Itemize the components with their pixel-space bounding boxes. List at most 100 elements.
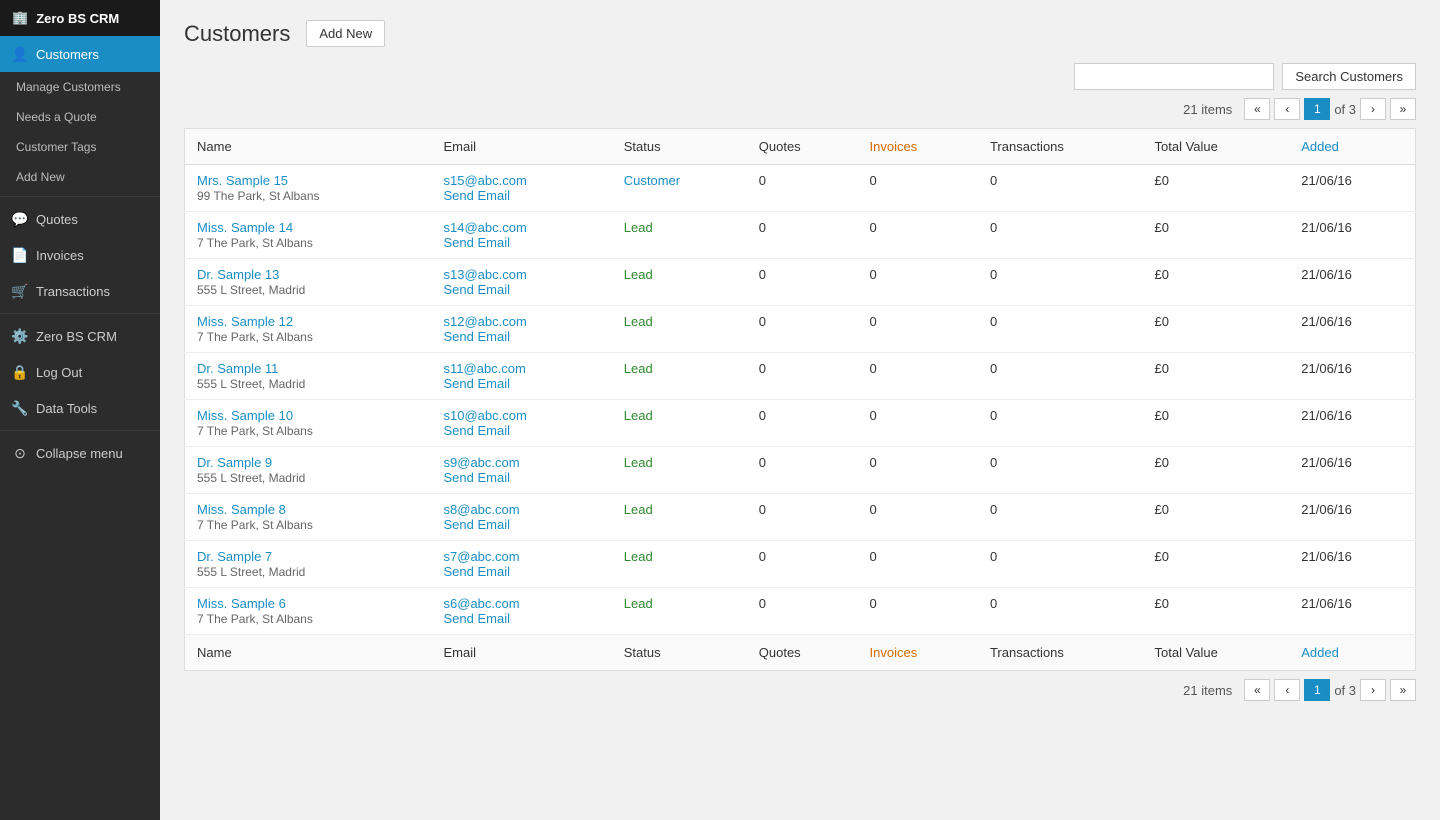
search-input[interactable] (1074, 63, 1274, 90)
sidebar-item-manage-customers[interactable]: Manage Customers (0, 72, 160, 102)
send-email-link-7[interactable]: Send Email (444, 517, 510, 532)
top-of-pages: of 3 (1334, 102, 1356, 117)
top-pagination-bar: 21 items « ‹ 1 of 3 › » (184, 98, 1416, 120)
customer-name-link-1[interactable]: Miss. Sample 14 (197, 220, 293, 235)
send-email-link-0[interactable]: Send Email (444, 188, 510, 203)
bottom-prev-page-button[interactable]: ‹ (1274, 679, 1300, 701)
sidebar-item-invoices[interactable]: 📄 Invoices (0, 237, 160, 273)
sidebar-item-zero-bs-crm[interactable]: ⚙️ Zero BS CRM (0, 318, 160, 354)
bottom-next-page-button[interactable]: › (1360, 679, 1386, 701)
sidebar-item-collapse[interactable]: ⊙ Collapse menu (0, 435, 160, 471)
cell-status-1: Lead (612, 212, 747, 259)
customer-addr-7: 7 The Park, St Albans (197, 518, 313, 532)
sidebar-item-customers[interactable]: 👤 Customers (0, 36, 160, 72)
customer-email-link-3[interactable]: s12@abc.com (444, 314, 527, 329)
customer-name-link-7[interactable]: Miss. Sample 8 (197, 502, 286, 517)
cell-invoices-2: 0 (858, 259, 978, 306)
send-email-link-1[interactable]: Send Email (444, 235, 510, 250)
cell-total-value-5: £0 (1143, 400, 1290, 447)
customer-name-link-0[interactable]: Mrs. Sample 15 (197, 173, 288, 188)
cell-transactions-0: 0 (978, 165, 1143, 212)
sidebar-header: 🏢 Zero BS CRM (0, 0, 160, 36)
customer-name-link-6[interactable]: Dr. Sample 9 (197, 455, 272, 470)
cell-added-6: 21/06/16 (1289, 447, 1415, 494)
customer-addr-1: 7 The Park, St Albans (197, 236, 313, 250)
sidebar-item-quotes[interactable]: 💬 Quotes (0, 201, 160, 237)
customer-email-link-2[interactable]: s13@abc.com (444, 267, 527, 282)
cell-email-1: s14@abc.com Send Email (432, 212, 612, 259)
cell-name-1: Miss. Sample 14 7 The Park, St Albans (185, 212, 432, 259)
customer-email-link-1[interactable]: s14@abc.com (444, 220, 527, 235)
sidebar-item-add-new[interactable]: Add New (0, 162, 160, 192)
col-footer-invoices: Invoices (858, 635, 978, 671)
table-row: Miss. Sample 8 7 The Park, St Albans s8@… (185, 494, 1416, 541)
customer-name-link-3[interactable]: Miss. Sample 12 (197, 314, 293, 329)
customer-email-link-8[interactable]: s7@abc.com (444, 549, 520, 564)
send-email-link-2[interactable]: Send Email (444, 282, 510, 297)
sidebar-item-needs-quote[interactable]: Needs a Quote (0, 102, 160, 132)
search-button[interactable]: Search Customers (1282, 63, 1416, 90)
sidebar-item-customer-tags[interactable]: Customer Tags (0, 132, 160, 162)
send-email-link-9[interactable]: Send Email (444, 611, 510, 626)
settings-icon: ⚙️ (12, 328, 28, 344)
cell-email-3: s12@abc.com Send Email (432, 306, 612, 353)
customer-email-link-0[interactable]: s15@abc.com (444, 173, 527, 188)
add-new-button[interactable]: Add New (306, 20, 385, 47)
sidebar-item-transactions[interactable]: 🛒 Transactions (0, 273, 160, 309)
customers-table: Name Email Status Quotes Invoices Transa… (184, 128, 1416, 671)
customer-name-link-9[interactable]: Miss. Sample 6 (197, 596, 286, 611)
table-footer-row: Name Email Status Quotes Invoices Transa… (185, 635, 1416, 671)
cell-total-value-3: £0 (1143, 306, 1290, 353)
customer-email-link-6[interactable]: s9@abc.com (444, 455, 520, 470)
customer-name-link-4[interactable]: Dr. Sample 11 (197, 361, 278, 376)
customer-name-link-8[interactable]: Dr. Sample 7 (197, 549, 272, 564)
status-badge-0: Customer (624, 173, 680, 188)
cell-name-9: Miss. Sample 6 7 The Park, St Albans (185, 588, 432, 635)
customer-addr-0: 99 The Park, St Albans (197, 189, 320, 203)
top-items-count: 21 items (1183, 102, 1232, 117)
top-last-page-button[interactable]: » (1390, 98, 1416, 120)
cell-total-value-2: £0 (1143, 259, 1290, 306)
cell-name-3: Miss. Sample 12 7 The Park, St Albans (185, 306, 432, 353)
cell-quotes-2: 0 (747, 259, 858, 306)
cell-transactions-7: 0 (978, 494, 1143, 541)
sidebar-item-data-tools[interactable]: 🔧 Data Tools (0, 390, 160, 426)
customer-email-link-4[interactable]: s11@abc.com (444, 361, 526, 376)
cell-added-1: 21/06/16 (1289, 212, 1415, 259)
search-area: Search Customers (184, 63, 1416, 90)
top-prev-page-button[interactable]: ‹ (1274, 98, 1300, 120)
top-next-page-button[interactable]: › (1360, 98, 1386, 120)
col-footer-email: Email (432, 635, 612, 671)
col-header-email: Email (432, 129, 612, 165)
customer-email-link-7[interactable]: s8@abc.com (444, 502, 520, 517)
top-first-page-button[interactable]: « (1244, 98, 1270, 120)
sidebar-divider-1 (0, 196, 160, 197)
customer-name-link-2[interactable]: Dr. Sample 13 (197, 267, 279, 282)
cell-added-8: 21/06/16 (1289, 541, 1415, 588)
bottom-current-page-button[interactable]: 1 (1304, 679, 1330, 701)
cell-email-7: s8@abc.com Send Email (432, 494, 612, 541)
send-email-link-5[interactable]: Send Email (444, 423, 510, 438)
bottom-last-page-button[interactable]: » (1390, 679, 1416, 701)
send-email-link-3[interactable]: Send Email (444, 329, 510, 344)
sidebar-item-logout[interactable]: 🔒 Log Out (0, 354, 160, 390)
customer-email-link-9[interactable]: s6@abc.com (444, 596, 520, 611)
top-current-page-button[interactable]: 1 (1304, 98, 1330, 120)
send-email-link-4[interactable]: Send Email (444, 376, 510, 391)
status-badge-6: Lead (624, 455, 653, 470)
send-email-link-6[interactable]: Send Email (444, 470, 510, 485)
cell-invoices-4: 0 (858, 353, 978, 400)
col-header-added: Added (1289, 129, 1415, 165)
customer-email-link-5[interactable]: s10@abc.com (444, 408, 527, 423)
bottom-first-page-button[interactable]: « (1244, 679, 1270, 701)
table-row: Miss. Sample 10 7 The Park, St Albans s1… (185, 400, 1416, 447)
send-email-link-8[interactable]: Send Email (444, 564, 510, 579)
cell-quotes-5: 0 (747, 400, 858, 447)
page-title: Customers (184, 21, 290, 47)
cell-added-5: 21/06/16 (1289, 400, 1415, 447)
logout-label: Log Out (36, 365, 82, 380)
cell-name-0: Mrs. Sample 15 99 The Park, St Albans (185, 165, 432, 212)
cell-status-2: Lead (612, 259, 747, 306)
table-row: Miss. Sample 6 7 The Park, St Albans s6@… (185, 588, 1416, 635)
customer-name-link-5[interactable]: Miss. Sample 10 (197, 408, 293, 423)
